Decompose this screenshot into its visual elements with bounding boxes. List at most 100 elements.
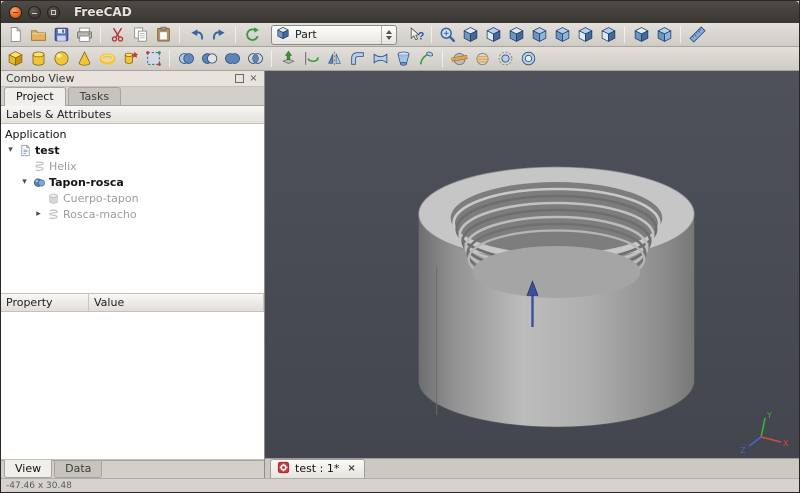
view-front-button[interactable] bbox=[482, 24, 504, 46]
torus-button[interactable] bbox=[96, 48, 118, 70]
value-column-header[interactable]: Value bbox=[89, 294, 264, 311]
sphere-button[interactable] bbox=[50, 48, 72, 70]
dock-float-icon[interactable] bbox=[235, 74, 244, 83]
offset-button[interactable] bbox=[494, 48, 516, 70]
cross-sections-button[interactable] bbox=[471, 48, 493, 70]
tree-item-rosca-macho[interactable]: ▸ Rosca-macho bbox=[1, 206, 264, 222]
window-maximize-button[interactable] bbox=[47, 6, 60, 19]
section-button[interactable] bbox=[448, 48, 470, 70]
boolean-button[interactable] bbox=[175, 48, 197, 70]
document-tab-label: test : 1* bbox=[295, 462, 339, 475]
tree-panel[interactable]: Application ▾testHelix ▾ Tapon-roscaCuerpo… bbox=[1, 124, 264, 294]
window-minimize-button[interactable] bbox=[28, 6, 41, 19]
workbench-icon bbox=[276, 26, 290, 43]
cone-button[interactable] bbox=[73, 48, 95, 70]
copy-button[interactable] bbox=[129, 24, 151, 46]
window-title: FreeCAD bbox=[74, 5, 132, 19]
tab-tasks[interactable]: Tasks bbox=[68, 87, 121, 105]
open-button[interactable] bbox=[27, 24, 49, 46]
box-button[interactable] bbox=[4, 48, 26, 70]
view-axonometric-button[interactable] bbox=[459, 24, 481, 46]
svg-text:?: ? bbox=[417, 30, 423, 42]
tree-item-cuerpo-tapon[interactable]: Cuerpo-tapon bbox=[1, 190, 264, 206]
tab-close-icon[interactable]: × bbox=[347, 463, 355, 474]
window-close-button[interactable] bbox=[9, 6, 22, 19]
print-button[interactable] bbox=[73, 24, 95, 46]
fit-all-button[interactable] bbox=[436, 24, 458, 46]
toolbar-file-group bbox=[4, 24, 263, 46]
cylG-icon bbox=[47, 192, 60, 205]
tree-item-tapon-rosca[interactable]: ▾ Tapon-rosca bbox=[1, 174, 264, 190]
tab-data[interactable]: Data bbox=[54, 461, 102, 478]
axis-z-label: Z bbox=[740, 446, 746, 455]
toolbar-view-group bbox=[436, 24, 708, 46]
cut-button[interactable] bbox=[106, 24, 128, 46]
ruled-surface-button[interactable] bbox=[369, 48, 391, 70]
expander-closed-icon[interactable]: ▸ bbox=[33, 209, 44, 219]
view-top-button[interactable] bbox=[505, 24, 527, 46]
tab-view[interactable]: View bbox=[4, 460, 52, 478]
workbench-selected-label: Part bbox=[295, 28, 376, 41]
fillet-button[interactable] bbox=[346, 48, 368, 70]
toolbar-separator bbox=[680, 26, 681, 43]
expander-open-icon[interactable]: ▾ bbox=[19, 177, 30, 187]
workbench-dropdown-arrows[interactable] bbox=[381, 26, 394, 44]
tree-item-label: Tapon-rosca bbox=[49, 176, 124, 189]
titlebar[interactable]: FreeCAD bbox=[1, 1, 799, 23]
loft-button[interactable] bbox=[392, 48, 414, 70]
refresh-button[interactable] bbox=[241, 24, 263, 46]
toolbar-help-group: ? bbox=[405, 24, 427, 46]
toolbar-standard: Part ? bbox=[1, 23, 799, 47]
sweep-button[interactable] bbox=[415, 48, 437, 70]
tree-item-helix[interactable]: Helix bbox=[1, 158, 264, 174]
mirror-button[interactable] bbox=[323, 48, 345, 70]
combo-bottom-tabs: View Data bbox=[1, 460, 264, 478]
undo-button[interactable] bbox=[185, 24, 207, 46]
measure-distance-button[interactable] bbox=[686, 24, 708, 46]
3d-scene[interactable]: Y X Z bbox=[265, 71, 799, 458]
create-primitives-button[interactable] bbox=[119, 48, 141, 70]
property-table-body[interactable] bbox=[1, 312, 264, 460]
freecad-document-icon bbox=[277, 461, 290, 477]
tree-root-application[interactable]: Application bbox=[1, 126, 264, 142]
boolean-cut-button[interactable] bbox=[198, 48, 220, 70]
whats-this-button[interactable]: ? bbox=[405, 24, 427, 46]
document-tab[interactable]: test : 1* × bbox=[270, 459, 365, 478]
view-dimetric-button[interactable] bbox=[653, 24, 675, 46]
redo-button[interactable] bbox=[208, 24, 230, 46]
part-3d-object[interactable] bbox=[419, 167, 694, 427]
main-area: Combo View × Project Tasks Labels & Attr… bbox=[1, 71, 799, 478]
labels-attributes-header: Labels & Attributes bbox=[1, 106, 264, 124]
boolean-union-button[interactable] bbox=[221, 48, 243, 70]
view-right-button[interactable] bbox=[528, 24, 550, 46]
document-area: Y X Z test : 1* × bbox=[265, 71, 799, 478]
combo-view-title: Combo View bbox=[6, 72, 231, 85]
paste-button[interactable] bbox=[152, 24, 174, 46]
toolbar-separator bbox=[624, 26, 625, 43]
3d-viewport[interactable]: Y X Z bbox=[265, 71, 799, 458]
tree-item-test[interactable]: ▾test bbox=[1, 142, 264, 158]
cylinder-button[interactable] bbox=[27, 48, 49, 70]
view-rear-button[interactable] bbox=[551, 24, 573, 46]
shape-builder-button[interactable] bbox=[142, 48, 164, 70]
toolbar-separator bbox=[100, 26, 101, 43]
tree-item-label: Rosca-macho bbox=[63, 208, 137, 221]
expander-open-icon[interactable]: ▾ bbox=[5, 145, 16, 155]
toolbar-separator bbox=[169, 50, 170, 67]
property-column-header[interactable]: Property bbox=[1, 294, 89, 311]
navigation-axis-cross: Y X Z bbox=[740, 411, 789, 455]
new-document-button[interactable] bbox=[4, 24, 26, 46]
dock-close-icon[interactable]: × bbox=[248, 73, 259, 84]
save-button[interactable] bbox=[50, 24, 72, 46]
view-bottom-button[interactable] bbox=[574, 24, 596, 46]
view-left-button[interactable] bbox=[597, 24, 619, 46]
toolbar-separator bbox=[431, 26, 432, 43]
tab-project[interactable]: Project bbox=[4, 87, 66, 106]
workbench-selector[interactable]: Part bbox=[271, 25, 397, 45]
mdi-tab-bar: test : 1* × bbox=[265, 458, 799, 478]
boolean-intersection-button[interactable] bbox=[244, 48, 266, 70]
extrude-button[interactable] bbox=[277, 48, 299, 70]
revolve-button[interactable] bbox=[300, 48, 322, 70]
view-isometric-button[interactable] bbox=[630, 24, 652, 46]
thickness-button[interactable] bbox=[517, 48, 539, 70]
